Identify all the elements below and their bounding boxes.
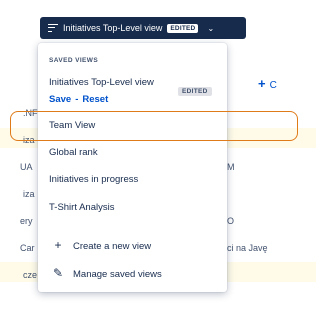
reset-link[interactable]: Reset	[82, 94, 108, 105]
row-text: UA	[20, 162, 33, 172]
create-view-item[interactable]: + Create a new view	[38, 232, 227, 258]
row-text: Car	[20, 243, 35, 253]
current-view-name: Initiatives Top-Level view	[49, 77, 154, 88]
separator: -	[75, 94, 79, 105]
save-link[interactable]: Save	[49, 94, 71, 105]
row-text: iza	[23, 189, 35, 199]
view-selector-label: Initiatives Top-Level view	[63, 23, 163, 33]
edited-badge: EDITED	[167, 23, 199, 33]
saved-views-dropdown: SAVED VIEWS Initiatives Top-Level view E…	[38, 43, 227, 292]
view-item-t-shirt-analysis[interactable]: T-Shirt Analysis	[38, 195, 227, 221]
pencil-icon: ✎	[52, 266, 64, 280]
create-view-label: Create a new view	[73, 241, 152, 252]
section-title: SAVED VIEWS	[49, 57, 99, 64]
row-text: M	[227, 162, 235, 172]
save-reset-links: Save - Reset	[49, 94, 108, 105]
plus-icon: +	[258, 76, 266, 91]
row-text: cze	[23, 270, 38, 280]
current-view-edited-badge: EDITED	[178, 87, 212, 96]
filter-lines-icon	[48, 23, 58, 33]
add-button[interactable]: + C	[258, 76, 277, 91]
row-text: ci na Javę	[227, 243, 268, 253]
view-item-global-rank[interactable]: Global rank	[38, 140, 227, 166]
row-text: O	[227, 216, 235, 226]
manage-views-item[interactable]: ✎ Manage saved views	[38, 260, 227, 286]
view-item-initiatives-in-progress[interactable]: Initiatives in progress	[38, 167, 227, 193]
plus-icon: +	[54, 238, 62, 252]
manage-views-label: Manage saved views	[73, 269, 162, 280]
chevron-down-icon: ⌄	[207, 23, 215, 33]
team-view-highlight	[10, 111, 298, 141]
row-text: ery	[20, 216, 33, 226]
view-selector-button[interactable]: Initiatives Top-Level view EDITED ⌄	[40, 17, 246, 39]
